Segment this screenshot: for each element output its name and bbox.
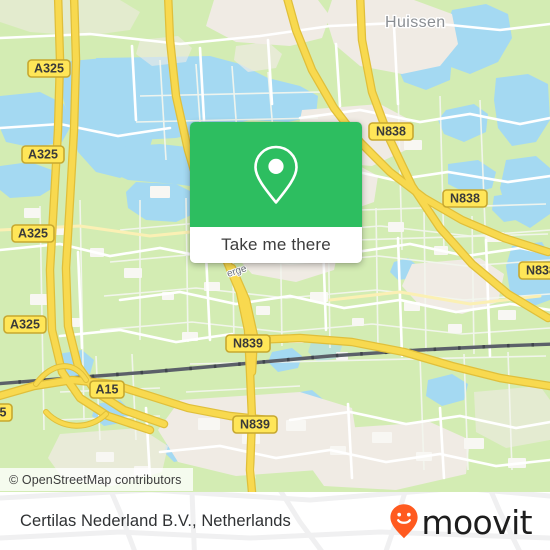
road-shield-a325-4: A325 — [3, 315, 47, 334]
road-shield-n838-2: N838 — [442, 189, 488, 208]
road-shield-n839-2: N839 — [232, 415, 278, 434]
svg-text:N838: N838 — [376, 125, 406, 139]
moovit-brand[interactable]: moovit — [389, 502, 533, 542]
osm-attribution[interactable]: © OpenStreetMap contributors — [0, 468, 193, 491]
svg-text:N838: N838 — [450, 192, 480, 206]
road-shield-a325-3: A325 — [11, 224, 55, 243]
svg-text:N839: N839 — [240, 418, 270, 432]
take-me-there-button[interactable]: Take me there — [190, 227, 362, 263]
moovit-location-card: Huissen erge A325 A325 A325 A325 A15 5 N… — [0, 0, 550, 550]
svg-text:Huissen: Huissen — [385, 14, 446, 31]
road-shield-a15-clipped: A15 — [0, 403, 13, 422]
svg-text:A325: A325 — [34, 62, 64, 76]
road-shield-a15: A15 — [89, 380, 125, 399]
take-me-there-label: Take me there — [221, 235, 331, 254]
location-title: Certilas Nederland B.V., Netherlands — [20, 511, 291, 530]
svg-text:A15: A15 — [96, 383, 119, 397]
svg-text:A325: A325 — [18, 227, 48, 241]
road-shield-a325-2: A325 — [21, 145, 65, 164]
svg-text:A15: A15 — [0, 406, 7, 420]
svg-text:N838: N838 — [526, 264, 550, 278]
svg-text:N839: N839 — [233, 337, 263, 351]
callout-icon-area — [190, 122, 362, 227]
footer-bar: Certilas Nederland B.V., Netherlands moo… — [0, 492, 550, 550]
take-me-there-callout[interactable]: Take me there — [190, 122, 362, 263]
moovit-wordmark: moovit — [421, 502, 532, 542]
map-place-label-huissen: Huissen — [384, 13, 447, 33]
road-shield-n839-1: N839 — [225, 334, 271, 353]
road-shield-n838-3: N838 — [518, 261, 550, 280]
moovit-smiley-pin-icon — [390, 504, 419, 539]
road-shield-a325-1: A325 — [27, 59, 71, 78]
svg-text:A325: A325 — [10, 318, 40, 332]
road-shield-n838-1: N838 — [368, 122, 414, 141]
osm-attribution-text: © OpenStreetMap contributors — [9, 472, 182, 487]
map-pin-icon — [254, 145, 298, 204]
svg-text:A325: A325 — [28, 148, 58, 162]
